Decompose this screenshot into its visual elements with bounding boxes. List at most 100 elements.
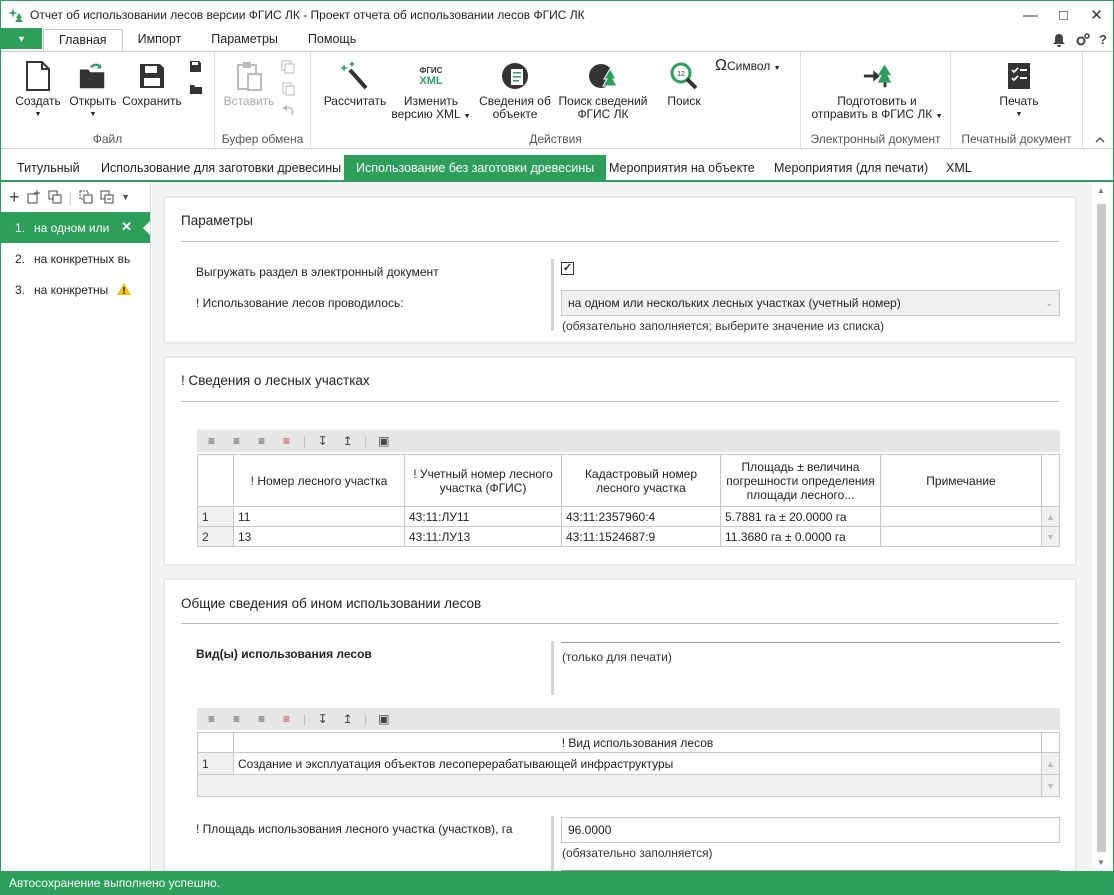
tab-parameters[interactable]: Параметры bbox=[196, 29, 293, 51]
change-xml-version-button[interactable]: ФГИС XML Изменить версию XML ▼ bbox=[389, 60, 473, 123]
note-cell[interactable] bbox=[880, 526, 1042, 547]
add-child-icon[interactable] bbox=[27, 190, 41, 204]
duplicate-icon[interactable] bbox=[100, 190, 114, 204]
delete-row-icon[interactable]: ≡ bbox=[278, 434, 295, 448]
add-row-icon[interactable]: ≡ bbox=[203, 712, 220, 726]
note-cell[interactable] bbox=[880, 506, 1042, 527]
account-number-cell[interactable]: 43:11:ЛУ11 bbox=[404, 506, 562, 527]
collapse-ribbon-icon[interactable] bbox=[1095, 136, 1105, 144]
symbol-button[interactable]: ΩСимвол ▼ bbox=[715, 58, 791, 75]
sidebar-item-number: 1. bbox=[15, 220, 26, 235]
table-row[interactable]: 2 13 43:11:ЛУ13 43:11:1524687:9 11.3680 … bbox=[197, 526, 1060, 547]
column-header[interactable]: Площадь ± величина погрешности определен… bbox=[720, 454, 881, 507]
tab-xml[interactable]: XML bbox=[934, 155, 984, 182]
tab-timber-harvesting[interactable]: Использование для заготовки древесины bbox=[89, 155, 353, 182]
column-header[interactable]: Кадастровый номер лесного участка bbox=[561, 454, 721, 507]
move-up-icon[interactable]: ↥ bbox=[339, 712, 356, 726]
main-scrollbar[interactable]: ▲ ▼ bbox=[1092, 182, 1113, 871]
create-button[interactable]: Создать ▼ bbox=[13, 60, 63, 121]
close-icon[interactable]: ✕ bbox=[121, 219, 132, 235]
move-down-icon[interactable]: ↧ bbox=[314, 434, 331, 448]
minimize-icon[interactable]: — bbox=[1014, 1, 1047, 29]
copy-row-icon[interactable]: ≡ bbox=[253, 712, 270, 726]
search-fgis-button[interactable]: Поиск сведений ФГИС ЛК bbox=[555, 60, 651, 121]
area-input[interactable]: 96.0000 bbox=[561, 817, 1060, 843]
kind-cell[interactable]: Создание и эксплуатация объектов лесопер… bbox=[233, 752, 1042, 775]
add-icon[interactable]: + bbox=[9, 187, 20, 208]
copy-icon[interactable] bbox=[48, 190, 62, 204]
column-header[interactable]: Примечание bbox=[880, 454, 1042, 507]
undo-icon[interactable] bbox=[281, 104, 295, 118]
scroll-up-icon[interactable]: ▲ bbox=[1041, 752, 1060, 775]
save-as-icon[interactable] bbox=[189, 60, 202, 73]
print-button[interactable]: Печать ▼ bbox=[981, 60, 1057, 121]
calculate-button[interactable]: Рассчитать bbox=[321, 60, 389, 108]
scroll-up-icon[interactable]: ▲ bbox=[1097, 186, 1105, 195]
copy-icon[interactable] bbox=[281, 60, 295, 74]
fit-columns-icon[interactable]: ▣ bbox=[375, 712, 392, 726]
insert-row-icon[interactable]: ≡ bbox=[228, 712, 245, 726]
tab-title-page[interactable]: Титульный bbox=[5, 155, 92, 182]
cut-icon[interactable] bbox=[281, 82, 295, 96]
sidebar-item-3[interactable]: 3. на конкретны bbox=[1, 274, 150, 305]
close-icon[interactable]: ✕ bbox=[1080, 1, 1113, 29]
help-icon[interactable]: ? bbox=[1099, 32, 1107, 48]
column-header[interactable]: ! Номер лесного участка bbox=[233, 454, 405, 507]
grid-scrollbar[interactable] bbox=[1041, 732, 1060, 753]
scroll-down-icon[interactable]: ▼ bbox=[1041, 526, 1060, 547]
move-up-icon[interactable]: ↥ bbox=[339, 434, 356, 448]
prepare-send-button[interactable]: Подготовить и отправить в ФГИС ЛК ▼ bbox=[807, 60, 947, 123]
maximize-icon[interactable]: □ bbox=[1047, 1, 1080, 29]
sidebar-item-1[interactable]: 1. на одном или ✕ bbox=[1, 212, 150, 243]
save-label: Сохранить bbox=[122, 94, 182, 108]
copy-all-icon[interactable] bbox=[79, 190, 93, 204]
search-magnifier-icon: 12 bbox=[670, 62, 698, 90]
area-cell[interactable]: 5.7881 га ± 20.0000 га bbox=[720, 506, 881, 527]
cadastral-number-cell[interactable]: 43:11:1524687:9 bbox=[561, 526, 721, 547]
tab-help[interactable]: Помощь bbox=[293, 29, 371, 51]
grid-scrollbar[interactable] bbox=[1041, 454, 1060, 507]
tab-non-harvesting[interactable]: Использование без заготовки древесины bbox=[344, 155, 607, 182]
open-button[interactable]: Открыть ▼ bbox=[67, 60, 119, 121]
scroll-up-icon[interactable]: ▲ bbox=[1041, 506, 1060, 527]
export-checkbox[interactable]: ✓ bbox=[561, 262, 574, 275]
add-row-icon[interactable]: ≡ bbox=[203, 434, 220, 448]
scroll-down-icon[interactable]: ▼ bbox=[1097, 858, 1105, 867]
app-menu-button[interactable]: ▼ bbox=[1, 28, 42, 49]
cadastral-number-cell[interactable]: 43:11:2357960:4 bbox=[561, 506, 721, 527]
account-number-cell[interactable]: 43:11:ЛУ13 bbox=[404, 526, 562, 547]
move-down-icon[interactable]: ↧ bbox=[314, 712, 331, 726]
plot-number-cell[interactable]: 13 bbox=[233, 526, 405, 547]
calculate-label: Рассчитать bbox=[323, 94, 387, 108]
plot-number-cell[interactable]: 11 bbox=[233, 506, 405, 527]
open-recent-icon[interactable] bbox=[189, 83, 203, 95]
copy-row-icon[interactable]: ≡ bbox=[253, 434, 270, 448]
usage-select[interactable]: на одном или нескольких лесных участках … bbox=[561, 290, 1060, 316]
scrollbar-thumb[interactable] bbox=[1097, 204, 1106, 852]
more-icon[interactable]: ▼ bbox=[121, 192, 130, 202]
kinds-grid-toolbar: ≡ ≡ ≡ ≡ | ↧ ↥ | ▣ bbox=[197, 708, 1060, 730]
column-header[interactable]: ! Учетный номер лесного участка (ФГИС) bbox=[404, 454, 562, 507]
area-input-value: 96.0000 bbox=[568, 823, 612, 837]
title-bar: Отчет об использовании лесов версии ФГИС… bbox=[1, 1, 1113, 29]
table-row[interactable]: 1 11 43:11:ЛУ11 43:11:2357960:4 5.7881 г… bbox=[197, 506, 1060, 527]
scroll-down-icon[interactable]: ▼ bbox=[1041, 774, 1060, 797]
search-button[interactable]: 12 Поиск bbox=[659, 60, 709, 108]
save-button[interactable]: Сохранить bbox=[121, 60, 183, 108]
insert-row-icon[interactable]: ≡ bbox=[228, 434, 245, 448]
gears-icon[interactable] bbox=[1075, 32, 1091, 48]
table-row[interactable]: 1 Создание и эксплуатация объектов лесоп… bbox=[197, 752, 1060, 775]
tab-import[interactable]: Импорт bbox=[123, 29, 197, 51]
delete-row-icon[interactable]: ≡ bbox=[278, 712, 295, 726]
paste-button[interactable]: Вставить bbox=[221, 60, 277, 108]
group-edoc-label: Электронный документ bbox=[810, 132, 941, 146]
column-header[interactable]: ! Вид использования лесов bbox=[233, 732, 1042, 753]
fit-columns-icon[interactable]: ▣ bbox=[375, 434, 392, 448]
tab-measures-print[interactable]: Мероприятия (для печати) bbox=[762, 155, 940, 182]
bell-icon[interactable] bbox=[1051, 32, 1067, 48]
tab-home[interactable]: Главная bbox=[43, 29, 123, 52]
area-cell[interactable]: 11.3680 га ± 0.0000 га bbox=[720, 526, 881, 547]
tab-object-measures[interactable]: Мероприятия на объекте bbox=[597, 155, 767, 182]
sidebar-item-2[interactable]: 2. на конкретных вь bbox=[1, 243, 150, 274]
object-info-button[interactable]: Сведения об объекте bbox=[475, 60, 555, 121]
